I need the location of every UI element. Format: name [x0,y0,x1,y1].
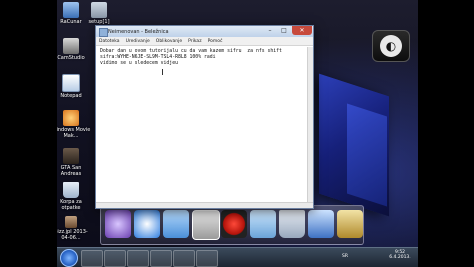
dock-item-tools[interactable] [337,210,363,238]
desktop-icon-setup[interactable]: setup[1] [79,2,119,25]
desktop-icon-recycle-bin[interactable]: Korpa za otpatke [57,182,91,211]
taskbar-item-chrome[interactable] [104,250,126,267]
language-indicator[interactable]: SR [342,254,348,259]
window-title: Neimenovan - Beležnica [108,28,169,35]
desktop-icon-label: Korpa za otpatke [60,199,82,211]
movie-maker-icon [63,110,79,126]
desktop-icon-movie-maker[interactable]: Windows Movie Mak... [57,110,91,139]
dock-item-torrent[interactable] [105,210,131,238]
desktop-icon-camstudio[interactable]: CamStudio [57,38,91,61]
dock-item-network[interactable] [163,210,189,238]
clock[interactable]: 9:52 6.4.2013. [387,250,413,260]
desktop-icon-label: Notepad [60,93,82,99]
title-bar[interactable]: Neimenovan - Beležnica – □ ✕ [96,26,313,37]
notepad-icon [62,74,80,92]
taskbar: SR 9:52 6.4.2013. [57,247,418,267]
text-cursor-icon [162,69,163,75]
gadget-logo[interactable]: ◐ [372,30,410,62]
editor-line: vidimo se u sledecem vidjeu [100,61,178,66]
image-file-icon [65,216,77,228]
text-editor[interactable]: Dobar dan u ovom tutorijalu cu da vam ka… [98,47,307,202]
dock-item-folder[interactable] [192,210,220,240]
notepad-icon [99,28,108,37]
dock-item-computer[interactable] [308,210,334,238]
clock-date: 6.4.2013. [389,255,411,260]
menu-view[interactable]: Prikaz [188,39,201,44]
dock [100,205,364,245]
desktop-icon-image[interactable]: pizz.jpl 2013-04-06... [57,216,91,241]
desktop-icon-label: pizz.jpl 2013-04-06... [57,229,88,241]
dock-item-documents[interactable] [250,210,276,238]
notepad-window: Neimenovan - Beležnica – □ ✕ Datoteka Ur… [95,25,314,209]
desktop-icon-label: CamStudio [57,55,85,61]
desktop-icon-label: Windows Movie Mak... [57,127,91,139]
dock-item-recycle-bin[interactable] [279,210,305,238]
minimize-button[interactable]: – [263,26,277,35]
taskbar-item-camstudio[interactable] [196,250,218,267]
menu-help[interactable]: Pomoć [208,39,223,44]
taskbar-item-notepad[interactable] [173,250,195,267]
menu-bar: Datoteka Uredivanje Oblikovanje Prikaz P… [96,37,313,46]
vertical-scrollbar[interactable] [307,47,313,202]
logo-icon: ◐ [380,35,402,57]
setup-icon [91,2,107,18]
recycle-bin-icon [63,182,79,198]
wallpaper-shape-highlight [347,103,387,207]
close-button[interactable]: ✕ [292,26,312,35]
left-letterbox [0,0,57,266]
desktop-icon-notepad[interactable]: Notepad [57,74,91,99]
taskbar-item-media[interactable] [127,250,149,267]
menu-edit[interactable]: Uredivanje [126,39,150,44]
horizontal-scrollbar[interactable] [96,202,313,208]
dock-item-record[interactable] [221,210,247,238]
desktop-icon-gta[interactable]: GTA San Andreas [57,148,91,177]
computer-icon [63,2,79,18]
taskbar-item-forward[interactable] [150,250,172,267]
camstudio-icon [63,38,79,54]
right-letterbox [418,0,474,266]
taskbar-item-folder[interactable] [81,250,103,267]
menu-format[interactable]: Oblikovanje [156,39,182,44]
menu-file[interactable]: Datoteka [99,39,120,44]
desktop-icon-label: GTA San Andreas [60,165,82,177]
gta-icon [63,148,79,164]
dock-item-lightning[interactable] [134,210,160,238]
start-button[interactable] [60,249,78,267]
maximize-button[interactable]: □ [277,26,291,35]
